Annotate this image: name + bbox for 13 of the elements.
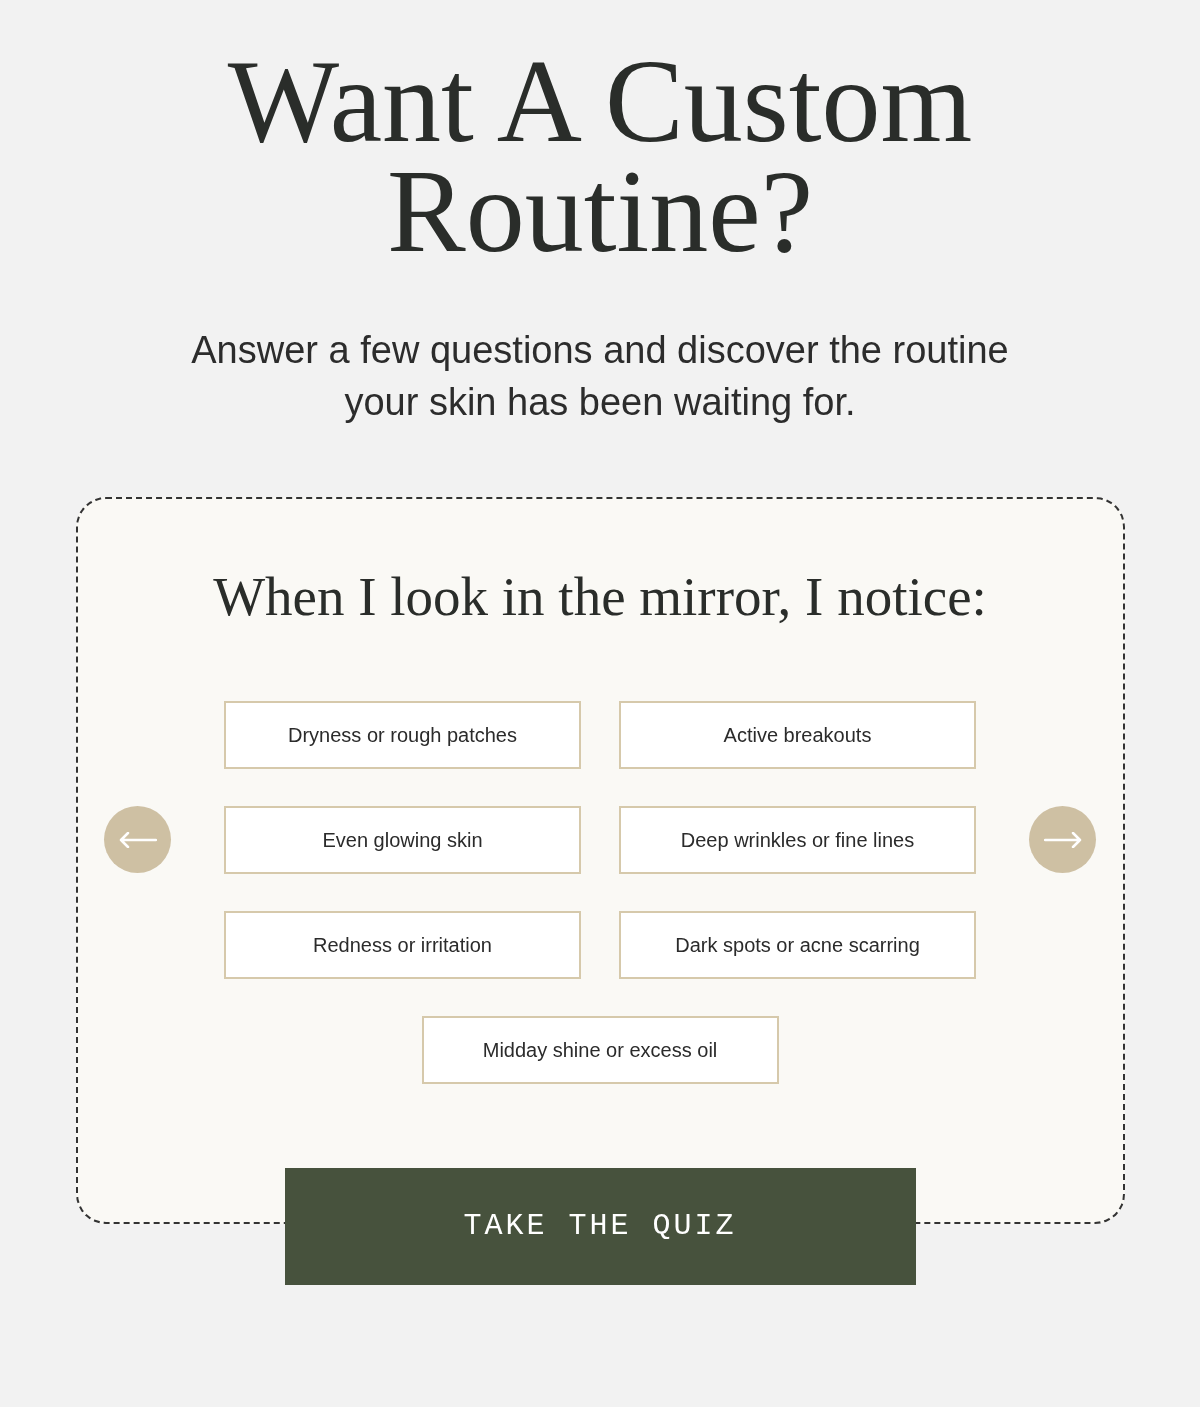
answer-option[interactable]: Even glowing skin xyxy=(224,806,581,874)
answer-option[interactable]: Deep wrinkles or fine lines xyxy=(619,806,976,874)
answer-option[interactable]: Dryness or rough patches xyxy=(224,701,581,769)
answer-option[interactable]: Redness or irritation xyxy=(224,911,581,979)
answer-option[interactable]: Active breakouts xyxy=(619,701,976,769)
take-quiz-button[interactable]: TAKE THE QUIZ xyxy=(284,1168,916,1285)
answer-option[interactable]: Midday shine or excess oil xyxy=(421,1016,779,1084)
arrow-right-icon xyxy=(1043,831,1082,848)
page-title: Want A Custom Routine? xyxy=(226,47,974,267)
arrow-left-icon xyxy=(118,831,157,848)
page-subtitle: Answer a few questions and discover the routine your skin has been waiting for. xyxy=(190,328,1010,425)
quiz-question: When I look in the mirror, I notice: xyxy=(213,567,987,627)
answer-option[interactable]: Dark spots or acne scarring xyxy=(619,911,976,979)
